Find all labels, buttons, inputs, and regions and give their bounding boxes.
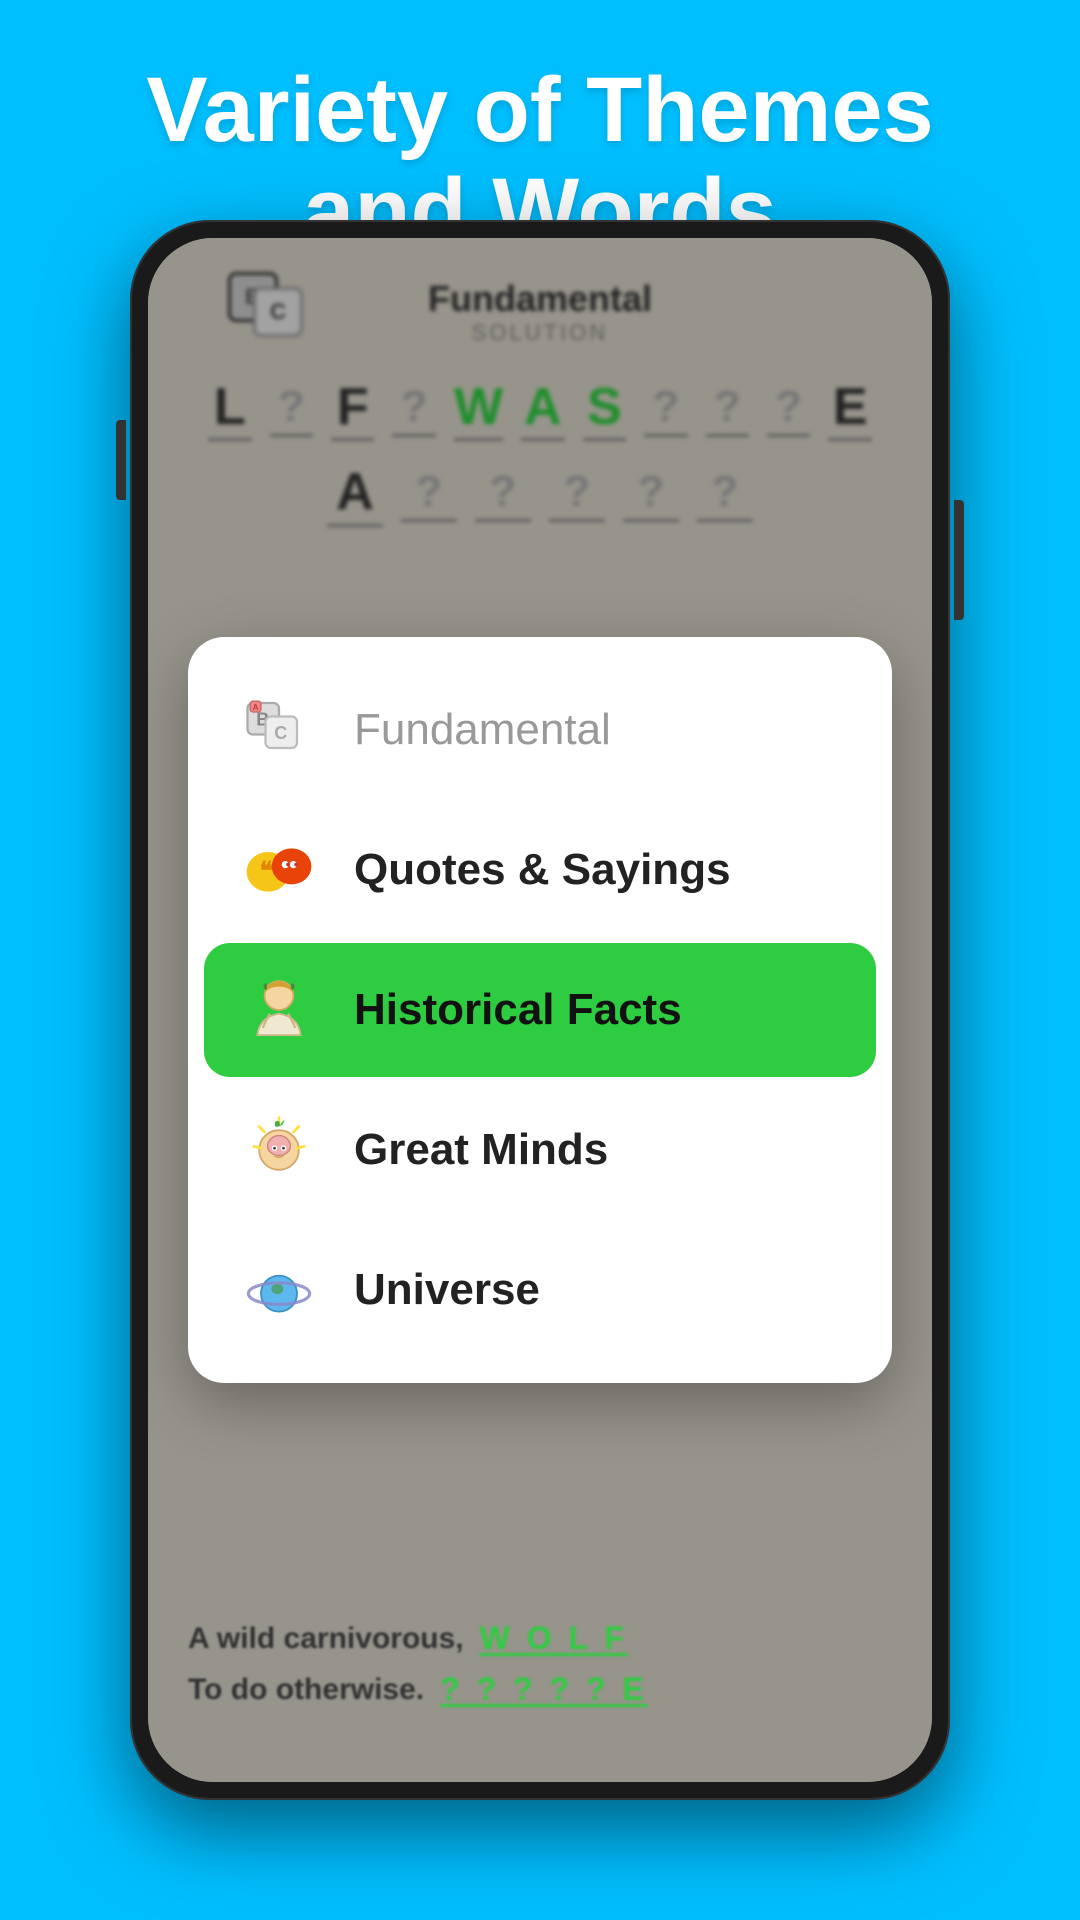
universe-label: Universe	[354, 1265, 540, 1315]
clue-1-text: A wild carnivorous,	[188, 1622, 464, 1656]
great-minds-icon	[234, 1105, 324, 1195]
svg-text:❝: ❝	[260, 857, 274, 885]
clue-row-2: To do otherwise. ? ? ? ? ? E	[188, 1671, 892, 1708]
phone-frame: B C Fundamental SOLUTION L ? F ? W A S	[130, 220, 950, 1800]
theme-modal: B C A Fundamental	[188, 637, 892, 1383]
quotes-icon: ❝	[234, 825, 324, 915]
menu-item-fundamental[interactable]: B C A Fundamental	[204, 663, 876, 797]
clue-row-1: A wild carnivorous, W O L F	[188, 1620, 892, 1657]
fundamental-label: Fundamental	[354, 705, 611, 755]
menu-item-quotes[interactable]: ❝ Quotes & Sayings	[204, 803, 876, 937]
side-button-left	[116, 420, 126, 500]
historical-icon	[234, 965, 324, 1055]
clue-2-answer: ? ? ? ? ? E	[440, 1671, 648, 1708]
clue-1-answer: W O L F	[480, 1620, 628, 1657]
great-minds-label: Great Minds	[354, 1125, 608, 1175]
quotes-label: Quotes & Sayings	[354, 845, 731, 895]
side-button-right	[954, 500, 964, 620]
universe-icon	[234, 1245, 324, 1335]
menu-item-great-minds[interactable]: Great Minds	[204, 1083, 876, 1217]
menu-item-historical[interactable]: Historical Facts	[204, 943, 876, 1077]
historical-label: Historical Facts	[354, 985, 682, 1035]
svg-text:C: C	[274, 723, 287, 743]
clue-2-text: To do otherwise.	[188, 1673, 424, 1707]
phone-mockup: B C Fundamental SOLUTION L ? F ? W A S	[130, 220, 950, 1800]
phone-screen: B C Fundamental SOLUTION L ? F ? W A S	[148, 238, 932, 1782]
bottom-clues: A wild carnivorous, W O L F To do otherw…	[188, 1606, 892, 1722]
menu-item-universe[interactable]: Universe	[204, 1223, 876, 1357]
svg-text:A: A	[253, 703, 259, 712]
modal-overlay: B C A Fundamental	[148, 238, 932, 1782]
fundamental-icon: B C A	[234, 685, 324, 775]
